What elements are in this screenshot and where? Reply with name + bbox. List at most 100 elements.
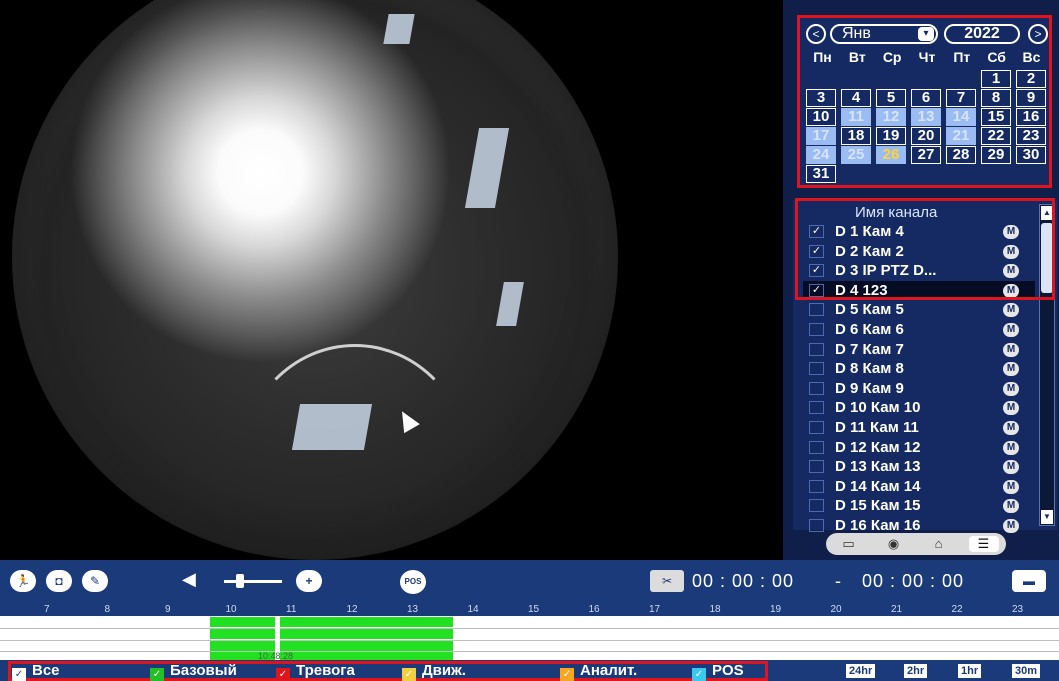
channel-mode-badge[interactable]: M [1003, 440, 1019, 455]
channel-checkbox[interactable]: ✓ [809, 244, 824, 258]
calendar-day[interactable]: 16 [1016, 108, 1046, 126]
channel-mode-badge[interactable]: M [1003, 264, 1019, 279]
legend-checkbox[interactable]: ✓ [276, 668, 290, 681]
legend-item[interactable]: ✓ Движ. [402, 663, 466, 681]
channel-item[interactable]: D 15 Кам 15 M [803, 496, 1035, 516]
channel-checkbox[interactable] [809, 381, 824, 395]
tag-pin-icon[interactable]: ✎ [82, 570, 108, 592]
channel-item[interactable]: D 11 Кам 11 M [803, 418, 1035, 438]
calendar-day[interactable]: 13 [911, 108, 941, 126]
channel-item[interactable]: D 8 Кам 8 M [803, 359, 1035, 379]
month-select[interactable]: Янв ▾ [830, 24, 938, 44]
channel-checkbox[interactable]: ✓ [809, 283, 824, 297]
channel-item[interactable]: D 12 Кам 12 M [803, 438, 1035, 458]
calendar-day[interactable]: 1 [981, 70, 1011, 88]
legend-checkbox[interactable]: ✓ [12, 668, 26, 681]
calendar-day[interactable]: 18 [841, 127, 871, 145]
calendar-day[interactable]: 31 [806, 165, 836, 183]
calendar-day[interactable]: 8 [981, 89, 1011, 107]
next-month-button[interactable]: > [1028, 24, 1048, 44]
channel-mode-badge[interactable]: M [1003, 401, 1019, 416]
channel-item[interactable]: ✓ D 2 Кам 2 M [803, 242, 1035, 262]
volume-knob[interactable] [236, 574, 244, 588]
calendar-day[interactable]: 19 [876, 127, 906, 145]
channel-item[interactable]: D 7 Кам 7 M [803, 340, 1035, 360]
eye-icon[interactable]: ◉ [879, 536, 909, 552]
save-backup-icon[interactable]: ▬ [1012, 570, 1046, 592]
calendar-day[interactable]: 9 [1016, 89, 1046, 107]
calendar-day[interactable]: 15 [981, 108, 1011, 126]
digital-zoom-icon[interactable]: + [296, 570, 322, 592]
scroll-down-icon[interactable]: ▼ [1041, 510, 1053, 524]
calendar-day[interactable]: 3 [806, 89, 836, 107]
channel-item[interactable]: D 14 Кам 14 M [803, 477, 1035, 497]
channel-mode-badge[interactable]: M [1003, 283, 1019, 298]
scroll-thumb[interactable] [1041, 223, 1053, 293]
calendar-day[interactable]: 5 [876, 89, 906, 107]
channel-mode-badge[interactable]: M [1003, 381, 1019, 396]
calendar-day[interactable]: 4 [841, 89, 871, 107]
calendar-day[interactable]: 24 [806, 146, 836, 164]
legend-item[interactable]: ✓ POS [692, 663, 744, 681]
channel-mode-badge[interactable]: M [1003, 518, 1019, 533]
channel-item[interactable]: ✓ D 3 IP PTZ D... M [803, 261, 1035, 281]
calendar-day[interactable]: 25 [841, 146, 871, 164]
legend-item[interactable]: ✓ Базовый [150, 663, 237, 681]
zoom-2hr-button[interactable]: 2hr [904, 664, 928, 678]
channel-item[interactable]: D 5 Кам 5 M [803, 300, 1035, 320]
camera-view-icon[interactable]: ▭ [834, 536, 864, 552]
volume-speaker-icon[interactable]: ◀ [182, 569, 196, 590]
legend-checkbox[interactable]: ✓ [692, 668, 706, 681]
channel-item[interactable]: ✓ D 4 123 M [803, 280, 1035, 301]
channel-item[interactable]: ✓ D 1 Кам 4 M [803, 222, 1035, 242]
snapshot-camera-icon[interactable]: ◘ [46, 570, 72, 592]
calendar-day[interactable]: 28 [946, 146, 976, 164]
calendar-day[interactable]: 11 [841, 108, 871, 126]
calendar-day[interactable]: 14 [946, 108, 976, 126]
calendar-day[interactable]: 12 [876, 108, 906, 126]
list-view-icon[interactable]: ☰ [968, 536, 999, 552]
channel-mode-badge[interactable]: M [1003, 342, 1019, 357]
channel-mode-badge[interactable]: M [1003, 303, 1019, 318]
channel-mode-badge[interactable]: M [1003, 499, 1019, 514]
channel-checkbox[interactable] [809, 518, 824, 532]
zoom-24hr-button[interactable]: 24hr [846, 664, 876, 678]
zoom-30m-button[interactable]: 30m [1012, 664, 1041, 678]
legend-item[interactable]: ✓ Аналит. [560, 663, 637, 681]
legend-item[interactable]: ✓ Все [12, 663, 60, 681]
calendar-day[interactable]: 7 [946, 89, 976, 107]
legend-item[interactable]: ✓ Тревога [276, 663, 355, 681]
calendar-day[interactable]: 26 [876, 146, 906, 164]
channel-item[interactable]: D 6 Кам 6 M [803, 320, 1035, 340]
calendar-day[interactable]: 6 [911, 89, 941, 107]
channel-mode-badge[interactable]: M [1003, 322, 1019, 337]
channel-mode-badge[interactable]: M [1003, 420, 1019, 435]
channel-mode-badge[interactable]: M [1003, 362, 1019, 377]
channel-scrollbar[interactable]: ▲ ▼ [1039, 204, 1055, 526]
channel-mode-badge[interactable]: M [1003, 244, 1019, 259]
calendar-day[interactable]: 17 [806, 127, 836, 145]
channel-mode-badge[interactable]: M [1003, 460, 1019, 475]
smart-search-person-icon[interactable]: 🏃 [10, 570, 36, 592]
video-view[interactable] [0, 0, 783, 560]
channel-item[interactable]: D 13 Кам 13 M [803, 457, 1035, 477]
calendar-day[interactable]: 22 [981, 127, 1011, 145]
pos-search-icon[interactable]: POS [400, 570, 426, 594]
timeline[interactable]: 789101112131415161718192021222324 10:48:… [0, 604, 1059, 661]
channel-mode-badge[interactable]: M [1003, 479, 1019, 494]
channel-checkbox[interactable] [809, 362, 824, 376]
calendar-day[interactable]: 21 [946, 127, 976, 145]
channel-checkbox[interactable] [809, 420, 824, 434]
chevron-down-icon[interactable]: ▾ [918, 27, 934, 41]
calendar-day[interactable]: 20 [911, 127, 941, 145]
channel-checkbox[interactable] [809, 460, 824, 474]
legend-checkbox[interactable]: ✓ [560, 668, 574, 681]
channel-checkbox[interactable]: ✓ [809, 225, 824, 238]
calendar-day[interactable]: 27 [911, 146, 941, 164]
channel-checkbox[interactable] [809, 440, 824, 454]
clip-start-time[interactable]: 00 : 00 : 00 [692, 571, 794, 592]
prev-month-button[interactable]: < [806, 24, 826, 44]
channel-checkbox[interactable] [809, 322, 824, 336]
channel-checkbox[interactable] [809, 499, 824, 513]
channel-checkbox[interactable]: ✓ [809, 264, 824, 278]
